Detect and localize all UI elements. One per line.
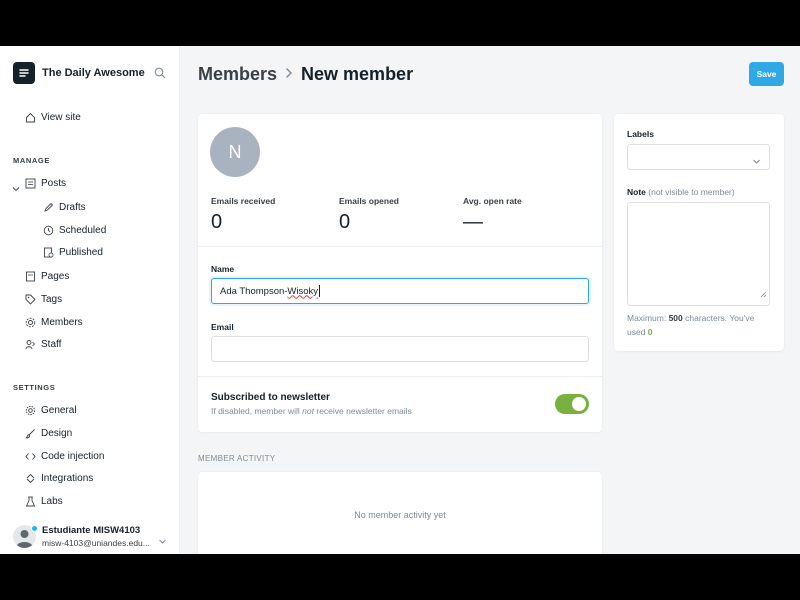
stat-value: 0 (211, 211, 223, 233)
sidebar-item-pages[interactable]: Pages (24, 270, 69, 282)
pages-icon (24, 270, 36, 282)
chevron-down-icon[interactable] (12, 180, 20, 198)
sidebar-item-members[interactable]: Members (24, 316, 83, 328)
newsletter-toggle[interactable] (555, 394, 589, 414)
flask-icon (24, 495, 36, 507)
user-name: Estudiante MISW4103 (42, 525, 141, 536)
brush-icon (24, 427, 36, 439)
page-title: New member (301, 64, 414, 84)
toggle-knob (572, 397, 586, 411)
stat-emails-received: Emails received 0 (211, 196, 275, 234)
sidebar: The Daily Awesome View site MANAGE Posts… (0, 46, 180, 554)
user-email: misw-4103@uniandes.edu... (42, 538, 150, 548)
settings-section-title: SETTINGS (13, 383, 56, 392)
sidebar-item-integrations[interactable]: Integrations (24, 472, 93, 484)
sidebar-item-label: Code injection (41, 450, 105, 462)
brand-name: The Daily Awesome (42, 67, 145, 79)
online-status-dot (31, 525, 38, 532)
brand-logo-icon (13, 62, 35, 84)
view-site-label: View site (41, 111, 81, 123)
sidebar-item-tags[interactable]: Tags (24, 293, 62, 305)
search-icon[interactable] (154, 66, 166, 84)
pencil-icon (42, 201, 54, 213)
name-label: Name (211, 264, 235, 274)
resize-handle-icon[interactable] (760, 285, 767, 303)
sidebar-item-label: Posts (41, 177, 67, 189)
sidebar-item-label: General (41, 404, 77, 416)
text-cursor (319, 285, 321, 297)
sidebar-item-label: Pages (41, 270, 70, 282)
home-icon (24, 111, 36, 123)
sidebar-item-label: Scheduled (59, 224, 107, 236)
divider (198, 246, 602, 247)
code-icon (24, 450, 36, 462)
view-site-link[interactable]: View site (24, 111, 81, 123)
sidebar-item-scheduled[interactable]: Scheduled (42, 224, 106, 236)
save-button[interactable]: Save (749, 62, 784, 86)
newsletter-description: If disabled, member will not receive new… (211, 406, 412, 416)
name-value: Ada Thompson- (220, 285, 288, 297)
published-icon (42, 246, 54, 258)
stat-value: — (463, 211, 483, 233)
chevron-down-icon[interactable] (158, 533, 167, 551)
stat-value: 0 (339, 211, 351, 233)
email-label: Email (211, 322, 234, 332)
app-window: The Daily Awesome View site MANAGE Posts… (0, 46, 800, 554)
staff-icon (24, 338, 36, 350)
posts-icon (24, 177, 36, 189)
stat-label: Avg. open rate (463, 196, 522, 206)
name-value-misspelled: Wisoky (287, 285, 319, 297)
sidebar-item-code-injection[interactable]: Code injection (24, 450, 104, 462)
sidebar-item-posts[interactable]: Posts (24, 177, 66, 189)
sidebar-item-design[interactable]: Design (24, 427, 72, 439)
sidebar-item-label: Tags (41, 293, 63, 305)
labels-label: Labels (627, 129, 654, 139)
activity-empty-text: No member activity yet (354, 510, 446, 520)
email-input[interactable] (211, 336, 589, 362)
sidebar-item-label: Design (41, 427, 73, 439)
note-character-hint: Maximum: 500 characters. You've used 0 (627, 313, 755, 337)
divider (198, 376, 602, 377)
stat-label: Emails received (211, 196, 276, 206)
stat-avg-open-rate: Avg. open rate — (463, 196, 522, 234)
sidebar-item-labs[interactable]: Labs (24, 495, 63, 507)
sidebar-item-label: Members (41, 316, 83, 328)
breadcrumb: Members New member (198, 64, 413, 85)
sidebar-item-drafts[interactable]: Drafts (42, 201, 86, 213)
breadcrumb-members-link[interactable]: Members (198, 64, 277, 85)
sidebar-item-published[interactable]: Published (42, 246, 103, 258)
stat-emails-opened: Emails opened 0 (339, 196, 399, 234)
note-textarea[interactable] (627, 202, 770, 306)
name-input[interactable]: Ada Thompson- Wisoky (211, 278, 589, 304)
member-activity-title: MEMBER ACTIVITY (198, 454, 276, 463)
note-label: Note (not visible to member) (627, 187, 735, 197)
brand[interactable]: The Daily Awesome (13, 62, 145, 84)
members-icon (24, 316, 36, 328)
chevron-right-icon (285, 66, 293, 84)
letterbox-top (0, 0, 800, 46)
member-avatar: N (210, 127, 260, 177)
sidebar-item-staff[interactable]: Staff (24, 338, 61, 350)
integrations-icon (24, 472, 36, 484)
sidebar-item-label: Drafts (59, 201, 86, 213)
sidebar-item-label: Staff (41, 338, 62, 350)
sidebar-item-label: Published (59, 246, 103, 258)
tag-icon (24, 293, 36, 305)
newsletter-title: Subscribed to newsletter (211, 392, 330, 403)
sidebar-item-label: Labs (41, 495, 63, 507)
labels-note-card: Labels Note (not visible to member) Maxi… (614, 114, 784, 351)
gear-icon (24, 404, 36, 416)
manage-section-title: MANAGE (13, 156, 50, 165)
sidebar-item-general[interactable]: General (24, 404, 77, 416)
stat-label: Emails opened (339, 196, 399, 206)
labels-select[interactable] (627, 144, 770, 170)
letterbox-bottom (0, 554, 800, 600)
chevron-down-icon (752, 153, 761, 171)
member-activity-card: No member activity yet (198, 472, 602, 554)
sidebar-item-label: Integrations (41, 472, 94, 484)
clock-icon (42, 224, 54, 236)
member-card: N Emails received 0 Emails opened 0 Avg.… (198, 114, 602, 432)
